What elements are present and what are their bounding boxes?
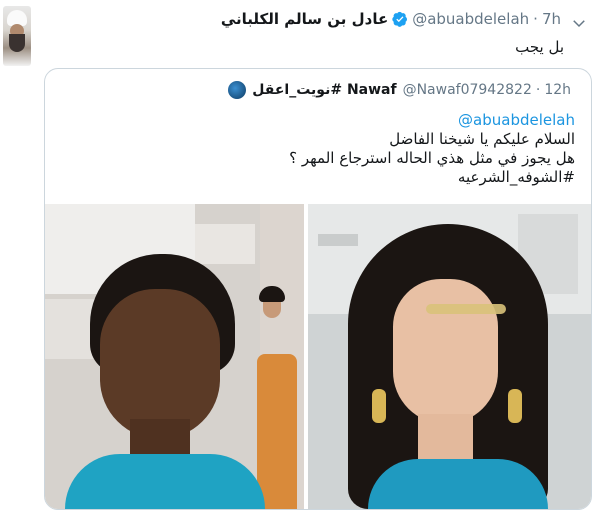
quoted-header: Nawaf #نويت_اعقل @Nawaf07942822 · 12h xyxy=(228,81,571,99)
media-photo-after[interactable] xyxy=(308,204,591,509)
tweet-timestamp[interactable]: 7h xyxy=(542,10,561,28)
quoted-timestamp[interactable]: 12h xyxy=(544,82,571,98)
tweet-header: عادل بن سالم الكلباني @abuabdelelah · 7h xyxy=(221,10,561,28)
tweet-text: بل يجب xyxy=(515,38,564,56)
quoted-author-avatar[interactable] xyxy=(228,81,247,99)
author-avatar[interactable] xyxy=(3,6,31,66)
author-name[interactable]: عادل بن سالم الكلباني xyxy=(221,10,388,28)
quoted-text: @abuabdelelah السلام عليكم يا شيخنا الفا… xyxy=(65,111,575,187)
author-handle[interactable]: @abuabdelelah xyxy=(412,10,529,28)
hashtag-link[interactable]: #الشوفه_الشرعيه xyxy=(458,168,575,186)
quoted-line-1: السلام عليكم يا شيخنا الفاضل xyxy=(389,130,575,148)
verified-badge-icon xyxy=(392,11,408,27)
tweet[interactable]: عادل بن سالم الكلباني @abuabdelelah · 7h… xyxy=(0,0,600,510)
quoted-author-handle[interactable]: @Nawaf07942822 xyxy=(403,82,532,98)
media-grid xyxy=(45,204,591,509)
mention-link[interactable]: @abuabdelelah xyxy=(458,111,575,129)
quoted-author-name[interactable]: Nawaf #نويت_اعقل xyxy=(252,82,396,98)
separator-dot: · xyxy=(533,10,538,28)
quoted-tweet[interactable]: Nawaf #نويت_اعقل @Nawaf07942822 · 12h @a… xyxy=(44,68,592,510)
separator-dot: · xyxy=(535,82,541,98)
media-photo-before[interactable] xyxy=(45,204,304,509)
chevron-down-icon[interactable] xyxy=(570,14,588,32)
quoted-line-2: هل يجوز في مثل هذي الحاله استرجاع المهر … xyxy=(289,149,575,167)
